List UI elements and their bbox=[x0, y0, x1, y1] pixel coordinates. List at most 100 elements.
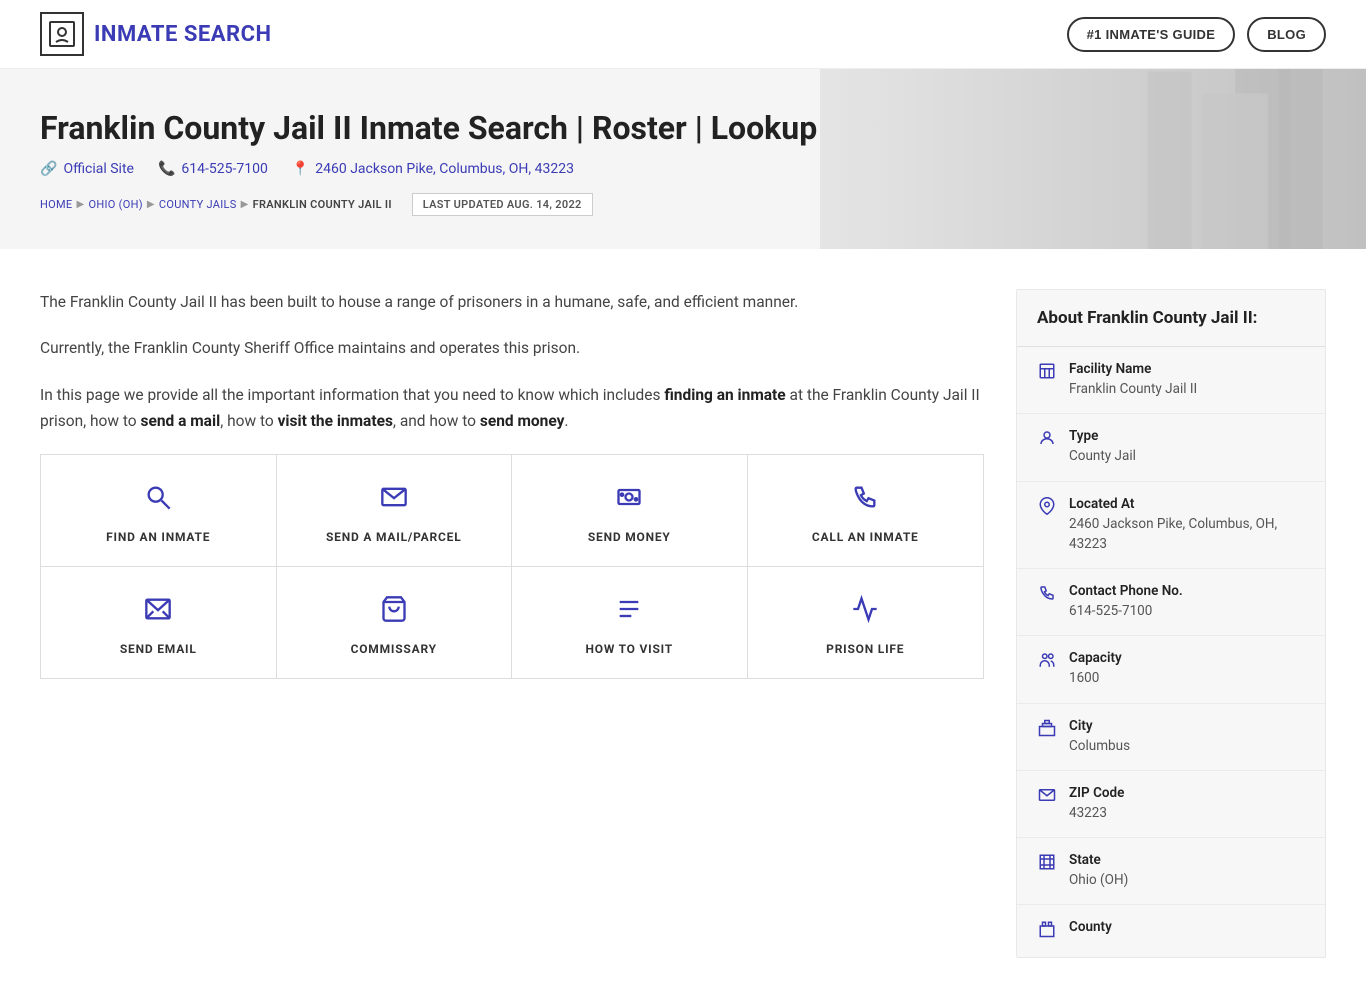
about-zip-icon bbox=[1037, 786, 1057, 809]
link-icon: 🔗 bbox=[40, 161, 57, 177]
commissary-label: COMMISSARY bbox=[351, 642, 437, 656]
send-email-label: SEND EMAIL bbox=[120, 642, 197, 656]
about-facility-name-value: Franklin County Jail II bbox=[1069, 379, 1197, 399]
logo-icon bbox=[40, 12, 84, 56]
how-to-visit-label: HOW TO VISIT bbox=[585, 642, 673, 656]
breadcrumb-home[interactable]: HOME bbox=[40, 198, 72, 211]
para3-mid3: , and how to bbox=[393, 412, 480, 430]
action-commissary[interactable]: COMMISSARY bbox=[277, 567, 513, 678]
phone-icon: 📞 bbox=[158, 161, 175, 177]
official-site-link[interactable]: 🔗 Official Site bbox=[40, 161, 134, 177]
para3-bold4: send money bbox=[480, 412, 565, 430]
how-to-visit-icon bbox=[615, 595, 643, 630]
content-area: The Franklin County Jail II has been bui… bbox=[40, 289, 984, 958]
find-inmate-icon bbox=[144, 483, 172, 518]
about-zip-value: 43223 bbox=[1069, 803, 1124, 823]
about-type-value: County Jail bbox=[1069, 446, 1136, 466]
paragraph-1: The Franklin County Jail II has been bui… bbox=[40, 289, 984, 315]
about-row-county: County bbox=[1017, 905, 1325, 957]
about-state-label: State bbox=[1069, 852, 1128, 868]
action-prison-life[interactable]: PRISON LIFE bbox=[748, 567, 984, 678]
breadcrumb-sep3: ▶ bbox=[241, 199, 249, 210]
about-facility-name-icon bbox=[1037, 362, 1057, 385]
about-capacity-label: Capacity bbox=[1069, 650, 1122, 666]
action-call-inmate[interactable]: CALL AN INMATE bbox=[748, 455, 984, 567]
about-row-phone: Contact Phone No. 614-525-7100 bbox=[1017, 569, 1325, 636]
page-title: Franklin County Jail II Inmate Search | … bbox=[40, 109, 1326, 147]
about-box-header: About Franklin County Jail II: bbox=[1017, 290, 1325, 347]
action-send-email[interactable]: SEND EMAIL bbox=[41, 567, 277, 678]
commissary-icon bbox=[380, 595, 408, 630]
hero-address: 2460 Jackson Pike, Columbus, OH, 43223 bbox=[315, 161, 574, 177]
about-located-at-content: Located At2460 Jackson Pike, Columbus, O… bbox=[1069, 496, 1305, 555]
action-how-to-visit[interactable]: HOW TO VISIT bbox=[512, 567, 748, 678]
about-county-content: County bbox=[1069, 919, 1112, 937]
blog-button[interactable]: BLOG bbox=[1247, 17, 1326, 52]
call-inmate-icon bbox=[851, 483, 879, 518]
about-box: About Franklin County Jail II: Facility … bbox=[1016, 289, 1326, 958]
action-send-money[interactable]: SEND MONEY bbox=[512, 455, 748, 567]
main-layout: The Franklin County Jail II has been bui… bbox=[0, 249, 1366, 998]
guide-button[interactable]: #1 INMATE'S GUIDE bbox=[1067, 17, 1236, 52]
breadcrumb-county-jails[interactable]: COUNTY JAILS bbox=[159, 198, 237, 211]
address-info: 📍 2460 Jackson Pike, Columbus, OH, 43223 bbox=[292, 161, 574, 177]
about-state-value: Ohio (OH) bbox=[1069, 870, 1128, 890]
about-zip-label: ZIP Code bbox=[1069, 785, 1124, 801]
about-city-icon bbox=[1037, 719, 1057, 742]
send-mail-icon bbox=[380, 483, 408, 518]
about-capacity-value: 1600 bbox=[1069, 668, 1122, 688]
para3-bold1: finding an inmate bbox=[664, 386, 785, 404]
about-phone-label: Contact Phone No. bbox=[1069, 583, 1183, 599]
send-money-label: SEND MONEY bbox=[588, 530, 671, 544]
about-row-capacity: Capacity 1600 bbox=[1017, 636, 1325, 703]
para3-bold2: send a mail bbox=[141, 412, 221, 430]
location-icon: 📍 bbox=[292, 161, 309, 177]
send-money-icon bbox=[615, 483, 643, 518]
about-row-type: Type County Jail bbox=[1017, 414, 1325, 481]
about-located-at-label: Located At bbox=[1069, 496, 1305, 512]
about-row-state: State Ohio (OH) bbox=[1017, 838, 1325, 905]
para3-bold3: visit the inmates bbox=[278, 412, 393, 430]
about-state-icon bbox=[1037, 853, 1057, 876]
about-city-content: CityColumbus bbox=[1069, 718, 1130, 756]
about-type-icon bbox=[1037, 429, 1057, 452]
para3-start: In this page we provide all the importan… bbox=[40, 386, 664, 404]
about-row-located-at: Located At2460 Jackson Pike, Columbus, O… bbox=[1017, 482, 1325, 570]
prison-life-icon bbox=[851, 595, 879, 630]
para3-mid2: , how to bbox=[220, 412, 277, 430]
breadcrumb-sep2: ▶ bbox=[147, 199, 155, 210]
logo-area[interactable]: INMATE SEARCH bbox=[40, 12, 272, 56]
official-site-label: Official Site bbox=[63, 161, 134, 177]
about-phone-icon bbox=[1037, 584, 1057, 607]
logo-text: INMATE SEARCH bbox=[94, 22, 272, 47]
about-facility-name-label: Facility Name bbox=[1069, 361, 1197, 377]
action-find-inmate[interactable]: FIND AN INMATE bbox=[41, 455, 277, 567]
hero-phone: 614-525-7100 bbox=[181, 161, 267, 177]
breadcrumb-ohio[interactable]: OHIO (OH) bbox=[88, 198, 142, 211]
phone-link[interactable]: 📞 614-525-7100 bbox=[158, 161, 268, 177]
hero-background bbox=[820, 69, 1366, 249]
about-row-zip: ZIP Code 43223 bbox=[1017, 771, 1325, 838]
action-grid: FIND AN INMATE SEND A MAIL/PARCEL SEND MON… bbox=[40, 454, 984, 679]
paragraph-2: Currently, the Franklin County Sheriff O… bbox=[40, 335, 984, 361]
sidebar: About Franklin County Jail II: Facility … bbox=[1016, 289, 1326, 958]
about-county-icon bbox=[1037, 920, 1057, 943]
about-facility-name-content: Facility Name Franklin County Jail II bbox=[1069, 361, 1197, 399]
prison-life-label: PRISON LIFE bbox=[826, 642, 904, 656]
breadcrumb: HOME ▶ OHIO (OH) ▶ COUNTY JAILS ▶ FRANKL… bbox=[40, 193, 1326, 216]
send-mail-label: SEND A MAIL/PARCEL bbox=[326, 530, 462, 544]
breadcrumb-current: FRANKLIN COUNTY JAIL II bbox=[253, 198, 392, 211]
call-inmate-label: CALL AN INMATE bbox=[812, 530, 919, 544]
about-type-content: Type County Jail bbox=[1069, 428, 1136, 466]
para3-end: . bbox=[564, 412, 568, 430]
about-phone-value: 614-525-7100 bbox=[1069, 601, 1183, 621]
about-phone-content: Contact Phone No. 614-525-7100 bbox=[1069, 583, 1183, 621]
about-located-at-icon bbox=[1037, 497, 1057, 520]
action-send-mail[interactable]: SEND A MAIL/PARCEL bbox=[277, 455, 513, 567]
about-county-label: County bbox=[1069, 919, 1112, 935]
about-row-facility-name: Facility Name Franklin County Jail II bbox=[1017, 347, 1325, 414]
hero-meta: 🔗 Official Site 📞 614-525-7100 📍 2460 Ja… bbox=[40, 161, 1326, 177]
about-type-label: Type bbox=[1069, 428, 1136, 444]
about-city-label: City bbox=[1069, 718, 1130, 734]
about-row-city: CityColumbus bbox=[1017, 704, 1325, 771]
